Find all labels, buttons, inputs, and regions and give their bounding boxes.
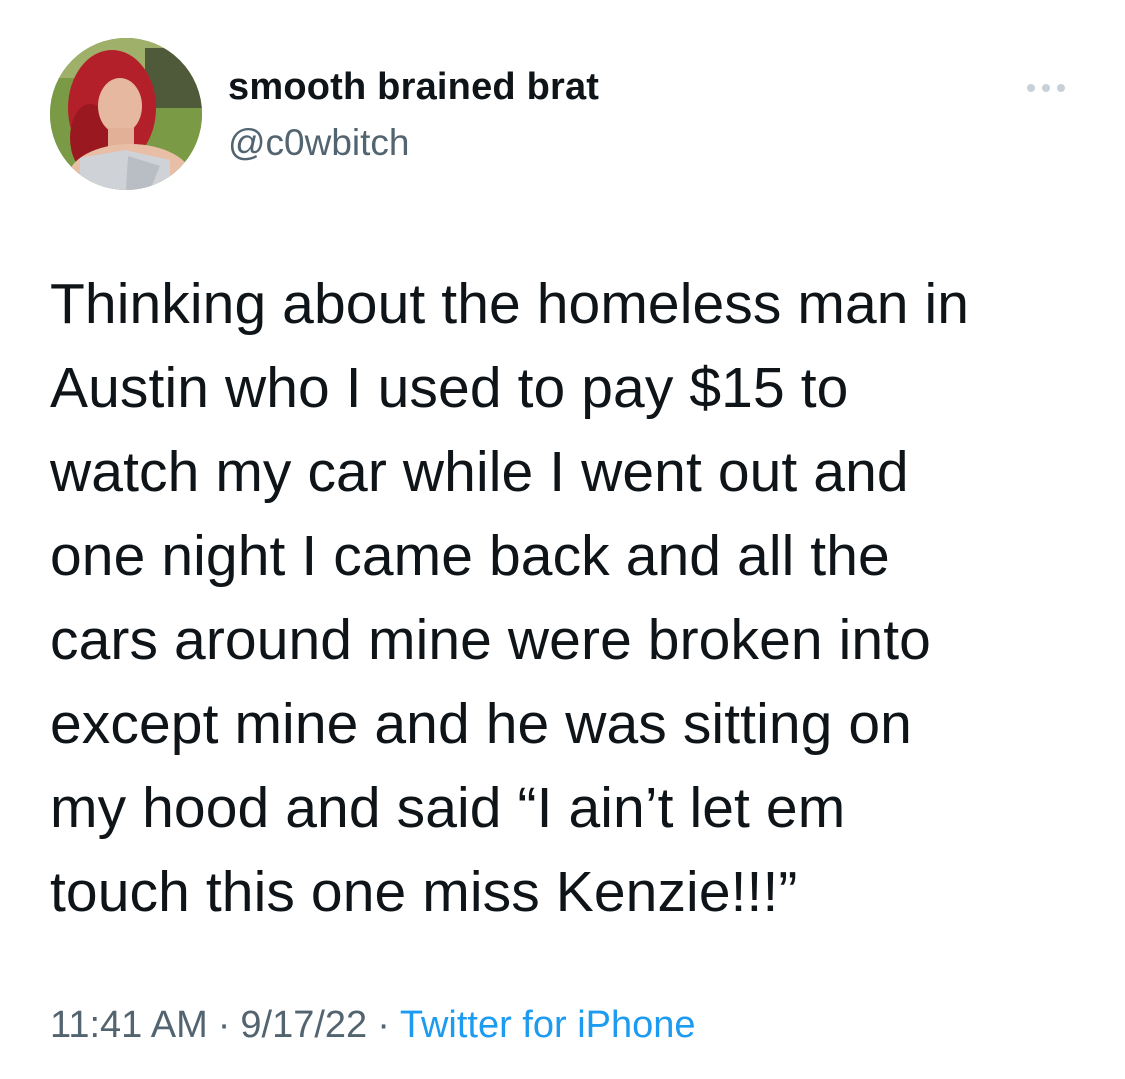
tweet-metadata: 11:41 AM · 9/17/22 · Twitter for iPhone xyxy=(50,1004,696,1047)
tweet-text: Thinking about the homeless man in Austi… xyxy=(50,262,1090,934)
profile-photo-icon xyxy=(50,38,202,190)
tweet-text-line: except mine and he was sitting on xyxy=(50,692,912,756)
tweet-text-line: one night I came back and all the xyxy=(50,524,890,588)
tweet-time[interactable]: 11:41 AM xyxy=(50,1004,208,1046)
meta-separator: · xyxy=(217,1004,231,1046)
tweet-text-line: Austin who I used to pay $15 to xyxy=(50,356,849,420)
tweet-date[interactable]: 9/17/22 xyxy=(240,1004,367,1046)
tweet-source-link[interactable]: Twitter for iPhone xyxy=(400,1004,696,1046)
avatar[interactable] xyxy=(50,38,202,190)
tweet-text-line: watch my car while I went out and xyxy=(50,440,909,504)
ellipsis-icon xyxy=(1042,84,1050,92)
tweet-text-line: my hood and said “I ain’t let em xyxy=(50,776,846,840)
more-options-button[interactable] xyxy=(1018,70,1074,106)
user-handle[interactable]: @c0wbitch xyxy=(228,122,410,164)
ellipsis-icon xyxy=(1027,84,1035,92)
tweet-text-line: cars around mine were broken into xyxy=(50,608,931,672)
tweet-card: smooth brained brat @c0wbitch Thinking a… xyxy=(0,0,1125,1079)
tweet-text-line: touch this one miss Kenzie!!!” xyxy=(50,860,798,924)
ellipsis-icon xyxy=(1057,84,1065,92)
meta-separator: · xyxy=(377,1004,390,1046)
user-display-name[interactable]: smooth brained brat xyxy=(228,66,599,109)
tweet-text-line: Thinking about the homeless man in xyxy=(50,272,970,336)
